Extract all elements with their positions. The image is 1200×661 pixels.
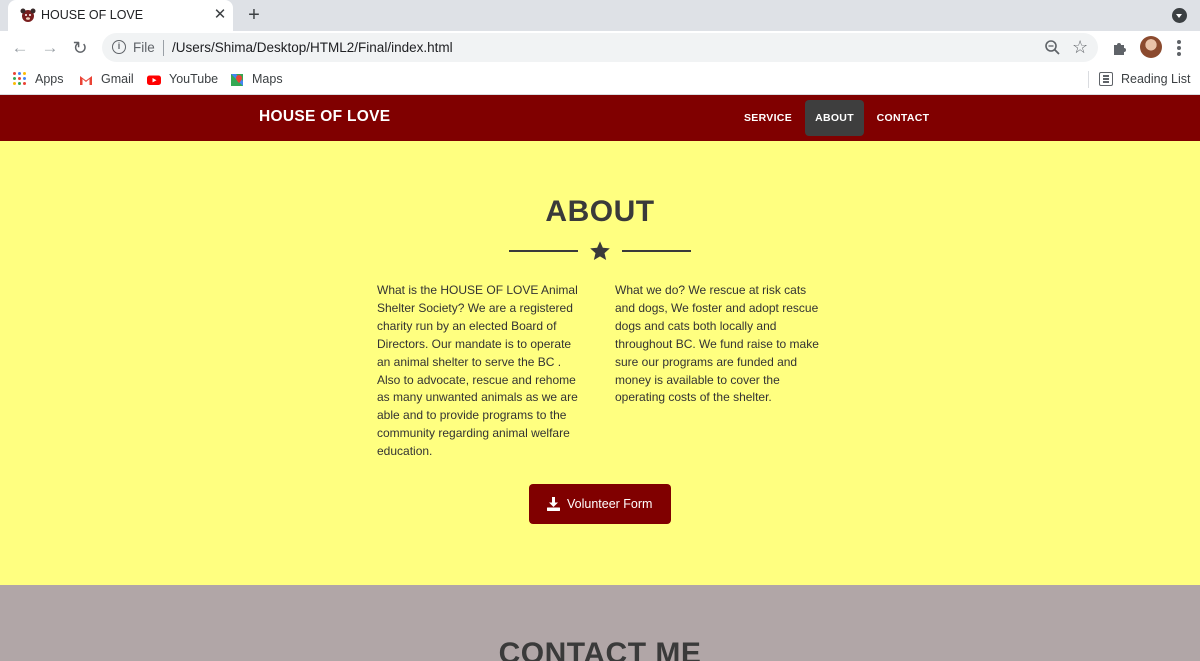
volunteer-form-button[interactable]: Volunteer Form — [529, 484, 671, 524]
site-brand[interactable]: HOUSE OF LOVE — [259, 108, 390, 126]
about-text-left: What is the HOUSE OF LOVE Animal Shelter… — [377, 283, 578, 459]
bookmark-star-icon[interactable]: ☆ — [1072, 37, 1088, 57]
divider-line-left — [509, 250, 578, 252]
dog-face-icon — [20, 8, 36, 22]
site-navbar: HOUSE OF LOVE SERVICE ABOUT CONTACT — [0, 95, 1200, 141]
browser-tab[interactable]: HOUSE OF LOVE ✕ — [8, 0, 233, 31]
maps-icon — [231, 74, 243, 86]
divider-line-right — [622, 250, 691, 252]
download-icon — [547, 497, 560, 511]
profile-avatar[interactable] — [1140, 36, 1162, 58]
back-icon[interactable]: ← — [8, 36, 32, 60]
address-bar[interactable]: i File /Users/Shima/Desktop/HTML2/Final/… — [102, 33, 1098, 62]
zoom-icon[interactable] — [1044, 39, 1061, 56]
reading-list-icon — [1099, 72, 1113, 86]
about-heading: ABOUT — [545, 195, 655, 228]
star-icon — [590, 241, 610, 260]
tab-strip: HOUSE OF LOVE ✕ + — [0, 0, 1200, 31]
bookmark-apps[interactable]: Apps — [35, 72, 64, 86]
reload-icon[interactable]: ↻ — [68, 36, 92, 60]
forward-icon[interactable]: → — [38, 36, 62, 60]
tab-title: HOUSE OF LOVE — [41, 8, 144, 22]
url-text[interactable]: /Users/Shima/Desktop/HTML2/Final/index.h… — [172, 40, 453, 55]
bookmark-youtube[interactable]: YouTube — [169, 72, 218, 86]
contact-section: CONTACT ME — [0, 585, 1200, 661]
new-tab-button[interactable]: + — [243, 4, 265, 26]
browser-menu-icon[interactable] — [1172, 36, 1186, 60]
bookmark-gmail[interactable]: Gmail — [101, 72, 134, 86]
bookmarks-separator — [1088, 71, 1089, 88]
contact-heading: CONTACT ME — [498, 637, 702, 661]
nav-contact[interactable]: CONTACT — [871, 100, 935, 136]
about-text-right: What we do? We rescue at risk cats and d… — [615, 283, 819, 405]
nav-service[interactable]: SERVICE — [738, 100, 798, 136]
reading-list-button[interactable]: Reading List — [1121, 72, 1191, 86]
close-tab-icon[interactable]: ✕ — [211, 6, 229, 24]
browser-toolbar: ← → ↻ i File /Users/Shima/Desktop/HTML2/… — [0, 31, 1200, 64]
tab-search-icon[interactable] — [1172, 8, 1187, 23]
volunteer-form-label: Volunteer Form — [567, 497, 653, 511]
apps-grid-icon — [13, 72, 27, 86]
about-section: ABOUT What is the HOUSE OF LOVE Animal S… — [0, 141, 1200, 585]
gmail-icon — [80, 76, 92, 85]
url-scheme: File — [133, 40, 155, 55]
bookmarks-bar: Apps Gmail YouTube Maps Reading List — [0, 64, 1200, 95]
address-separator — [163, 40, 164, 56]
site-info-icon[interactable]: i — [112, 40, 126, 54]
extensions-puzzle-icon[interactable] — [1111, 39, 1128, 56]
nav-about[interactable]: ABOUT — [805, 100, 864, 136]
youtube-icon — [147, 75, 161, 85]
bookmark-maps[interactable]: Maps — [252, 72, 283, 86]
